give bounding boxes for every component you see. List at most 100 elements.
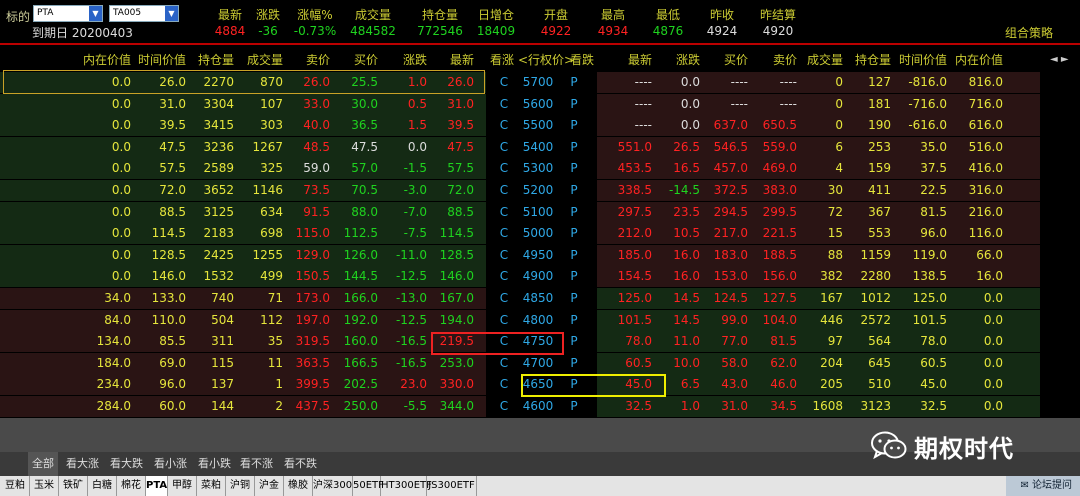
call-flag[interactable]: C xyxy=(497,245,511,266)
underlying-select[interactable]: PTA ▼ xyxy=(33,5,103,22)
filter-button[interactable]: 看小涨 xyxy=(150,452,191,476)
put-column-header[interactable]: 持仓量 xyxy=(841,48,891,72)
strike-price[interactable]: 5300 xyxy=(518,158,558,179)
call-column-header[interactable]: 卖价 xyxy=(278,48,330,72)
product-tab[interactable]: 沪深300 xyxy=(313,476,353,496)
product-tab[interactable]: HT300ETF xyxy=(381,476,432,496)
filter-button[interactable]: 看小跌 xyxy=(194,452,235,476)
call-flag[interactable]: C xyxy=(497,72,511,93)
call-flag[interactable]: C xyxy=(497,115,511,136)
strike-price[interactable]: 5400 xyxy=(518,137,558,158)
put-flag[interactable]: P xyxy=(568,223,580,244)
product-tab[interactable]: 橡胶 xyxy=(284,476,313,496)
call-column-header[interactable]: 内在价值 xyxy=(73,48,131,72)
put-column-header[interactable]: 最新 xyxy=(598,48,652,72)
option-row[interactable]: 0.0 128.5 2425 1255 129.0 126.0 -11.0 128.5 C 495… xyxy=(0,244,1080,266)
put-column-header[interactable]: 卖价 xyxy=(743,48,797,72)
product-tab[interactable]: 菜粕 xyxy=(197,476,226,496)
product-tab[interactable]: PTA xyxy=(146,476,168,496)
put-column-header[interactable]: 成交量 xyxy=(795,48,843,72)
option-row[interactable]: 284.0 60.0 144 2 437.5 250.0 -5.5 344.0 C 4600 P 32… xyxy=(0,396,1080,417)
option-row[interactable]: 84.0 110.0 504 112 197.0 192.0 -12.5 194.0 C 4800… xyxy=(0,309,1080,331)
call-column-header[interactable]: 涨跌 xyxy=(377,48,427,72)
product-tab[interactable]: 甲醇 xyxy=(168,476,197,496)
option-row[interactable]: 0.0 47.5 3236 1267 48.5 47.5 0.0 47.5 C 5400 P 551.… xyxy=(0,136,1080,158)
put-flag[interactable]: P xyxy=(568,94,580,115)
option-row[interactable]: 184.0 69.0 115 11 363.5 166.5 -16.5 253.0 C 4700 P… xyxy=(0,352,1080,374)
product-tab[interactable]: 铁矿 xyxy=(59,476,88,496)
call-flag[interactable]: C xyxy=(497,137,511,158)
put-flag[interactable]: P xyxy=(568,158,580,179)
put-flag[interactable]: P xyxy=(568,288,580,309)
option-row[interactable]: 0.0 39.5 3415 303 40.0 36.5 1.5 39.5 C 5500 P ---- 0… xyxy=(0,115,1080,137)
product-tab[interactable]: 白糖 xyxy=(88,476,117,496)
call-flag[interactable]: C xyxy=(497,288,511,309)
put-flag[interactable]: P xyxy=(568,331,580,352)
filter-button[interactable]: 看不涨 xyxy=(236,452,277,476)
call-flag[interactable]: C xyxy=(497,396,511,417)
call-column-header[interactable]: 时间价值 xyxy=(128,48,186,72)
option-row[interactable]: 0.0 88.5 3125 634 91.5 88.0 -7.0 88.5 C 5100 P 297.… xyxy=(0,201,1080,223)
product-tab[interactable]: 豆粕 xyxy=(1,476,30,496)
product-tab[interactable]: 玉米 xyxy=(30,476,59,496)
forum-button[interactable]: ✉ 论坛提问 xyxy=(1006,476,1080,496)
call-flag[interactable]: C xyxy=(497,374,511,395)
product-tab[interactable]: 沪金 xyxy=(255,476,284,496)
strike-price[interactable]: 5600 xyxy=(518,94,558,115)
call-column-header[interactable]: 最新 xyxy=(422,48,474,72)
call-column-header[interactable]: 买价 xyxy=(326,48,378,72)
strike-price[interactable]: 4900 xyxy=(518,266,558,287)
call-flag[interactable]: C xyxy=(497,202,511,223)
filter-button[interactable]: 看不跌 xyxy=(280,452,321,476)
call-flag[interactable]: C xyxy=(497,223,511,244)
put-flag[interactable]: P xyxy=(568,180,580,201)
chevron-down-icon[interactable]: ▼ xyxy=(165,6,178,21)
put-flag[interactable]: P xyxy=(568,310,580,331)
filter-button[interactable]: 看大跌 xyxy=(106,452,147,476)
put-flag[interactable]: P xyxy=(568,396,580,417)
option-row[interactable]: 0.0 114.5 2183 698 115.0 112.5 -7.5 114.5 C 5000 P… xyxy=(0,223,1080,245)
strike-column-header[interactable]: <行权价> xyxy=(518,48,574,72)
product-tab[interactable]: 50ETF xyxy=(353,476,384,496)
strike-price[interactable]: 5100 xyxy=(518,202,558,223)
put-flag[interactable]: P xyxy=(568,115,580,136)
strike-price[interactable]: 4850 xyxy=(518,288,558,309)
option-row[interactable]: 34.0 133.0 740 71 173.0 166.0 -13.0 167.0 C 4850 P… xyxy=(0,288,1080,309)
put-flag[interactable]: P xyxy=(568,353,580,374)
put-column-header[interactable]: 涨跌 xyxy=(652,48,700,72)
strike-price[interactable]: 4700 xyxy=(518,353,558,374)
call-column-header[interactable]: 持仓量 xyxy=(182,48,234,72)
product-tab[interactable]: 沪铜 xyxy=(226,476,255,496)
call-column-header[interactable]: 看涨 xyxy=(486,48,514,72)
call-flag[interactable]: C xyxy=(497,180,511,201)
option-row[interactable]: 0.0 57.5 2589 325 59.0 57.0 -1.5 57.5 C 5300 P 453.… xyxy=(0,158,1080,180)
put-column-header[interactable]: 内在价值 xyxy=(943,48,1003,72)
strike-price[interactable]: 5500 xyxy=(518,115,558,136)
call-flag[interactable]: C xyxy=(497,94,511,115)
product-tab[interactable]: 棉花 xyxy=(117,476,146,496)
put-flag[interactable]: P xyxy=(568,245,580,266)
strike-price[interactable]: 4800 xyxy=(518,310,558,331)
put-flag[interactable]: P xyxy=(568,266,580,287)
strike-price[interactable]: 5000 xyxy=(518,223,558,244)
call-flag[interactable]: C xyxy=(497,266,511,287)
scroll-arrows-icon[interactable]: ◄ ► xyxy=(1050,48,1069,72)
call-flag[interactable]: C xyxy=(497,310,511,331)
put-flag[interactable]: P xyxy=(568,137,580,158)
put-flag[interactable]: P xyxy=(568,202,580,223)
contract-select[interactable]: TA005 ▼ xyxy=(109,5,179,22)
strike-price[interactable]: 4950 xyxy=(518,245,558,266)
put-column-header[interactable]: 看跌 xyxy=(566,48,594,72)
option-row[interactable]: 0.0 72.0 3652 1146 73.5 70.5 -3.0 72.0 C 5200 P 338… xyxy=(0,180,1080,201)
chevron-down-icon[interactable]: ▼ xyxy=(89,6,102,21)
call-column-header[interactable]: 成交量 xyxy=(229,48,283,72)
put-column-header[interactable]: 时间价值 xyxy=(887,48,947,72)
put-column-header[interactable]: 买价 xyxy=(694,48,748,72)
strike-price[interactable]: 5700 xyxy=(518,72,558,93)
call-flag[interactable]: C xyxy=(497,353,511,374)
option-row[interactable]: 0.0 31.0 3304 107 33.0 30.0 0.5 31.0 C 5600 P ---- 0… xyxy=(0,93,1080,115)
filter-button[interactable]: 全部 xyxy=(28,452,58,476)
call-flag[interactable]: C xyxy=(497,158,511,179)
combo-strategy-button[interactable]: 组合策略 xyxy=(1005,24,1053,41)
strike-price[interactable]: 5200 xyxy=(518,180,558,201)
